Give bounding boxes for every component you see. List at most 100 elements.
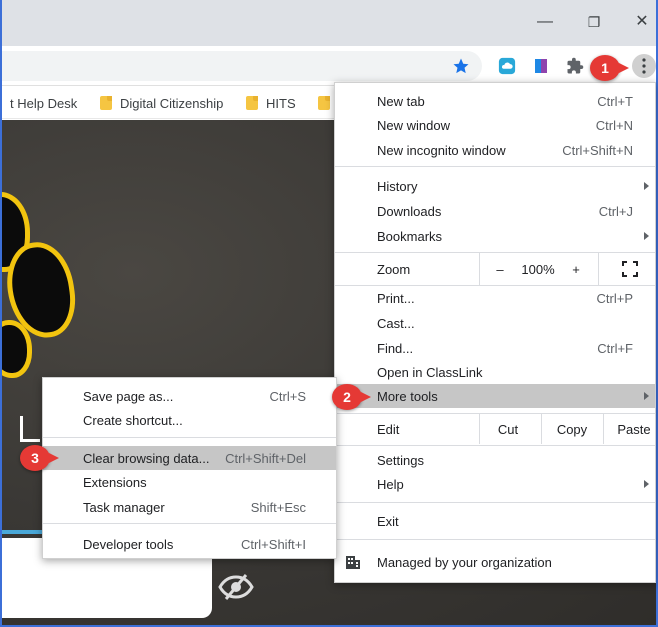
menu-edit-row: Edit Cut Copy Paste bbox=[335, 414, 655, 444]
menu-new-incognito[interactable]: New incognito window Ctrl+Shift+N bbox=[335, 138, 655, 162]
menu-item-label: Task manager bbox=[83, 499, 165, 515]
menu-item-label: History bbox=[377, 178, 418, 194]
menu-history[interactable]: History bbox=[335, 174, 655, 198]
menu-item-label: New window bbox=[377, 117, 450, 133]
zoom-label: Zoom bbox=[377, 261, 411, 277]
bookmark-digital-citizenship[interactable]: Digital Citizenship bbox=[100, 94, 223, 112]
building-icon bbox=[346, 556, 360, 569]
menu-managed-by-org[interactable]: Managed by your organization bbox=[335, 550, 655, 574]
menu-separator bbox=[335, 502, 655, 503]
extensions-puzzle-icon[interactable] bbox=[564, 55, 586, 77]
folder-icon bbox=[318, 96, 330, 110]
cut-button[interactable]: Cut bbox=[480, 414, 536, 444]
menu-downloads[interactable]: Downloads Ctrl+J bbox=[335, 199, 655, 223]
submenu-task-manager[interactable]: Task manager Shift+Esc bbox=[43, 495, 336, 519]
step-badge-1: 1 bbox=[590, 55, 629, 81]
submenu-clear-browsing-data[interactable]: Clear browsing data... Ctrl+Shift+Del bbox=[43, 446, 336, 470]
edit-label: Edit bbox=[377, 421, 400, 437]
menu-item-label: Developer tools bbox=[83, 536, 174, 552]
accent-line bbox=[2, 530, 42, 534]
menu-cast[interactable]: Cast... bbox=[335, 311, 655, 335]
menu-item-shortcut: Ctrl+P bbox=[596, 290, 633, 306]
fullscreen-icon bbox=[622, 261, 638, 277]
menu-item-label: Exit bbox=[377, 513, 399, 529]
menu-kebab-icon[interactable] bbox=[632, 54, 656, 78]
menu-new-tab[interactable]: New tab Ctrl+T bbox=[335, 89, 655, 113]
menu-print[interactable]: Print... Ctrl+P bbox=[335, 286, 655, 310]
hidden-eye-icon bbox=[218, 574, 254, 600]
menu-item-label: Cast... bbox=[377, 315, 415, 331]
submenu-arrow-icon bbox=[644, 182, 649, 190]
menu-item-label: Settings bbox=[377, 452, 424, 468]
step-badge-3: 3 bbox=[20, 445, 59, 471]
cloud-extension-icon[interactable] bbox=[496, 55, 518, 77]
step-badge-2: 2 bbox=[332, 384, 371, 410]
menu-item-label: Extensions bbox=[83, 474, 147, 490]
menu-item-label: Print... bbox=[377, 290, 415, 306]
menu-item-shortcut: Ctrl+N bbox=[595, 117, 633, 133]
copy-button[interactable]: Copy bbox=[542, 414, 602, 444]
menu-exit[interactable]: Exit bbox=[335, 509, 655, 533]
paste-button[interactable]: Paste bbox=[604, 414, 658, 444]
menu-item-shortcut: Ctrl+Shift+Del bbox=[225, 450, 306, 466]
menu-separator bbox=[43, 523, 336, 524]
title-bar: — ❐ ✕ bbox=[2, 0, 656, 46]
submenu-create-shortcut[interactable]: Create shortcut... bbox=[43, 408, 336, 432]
submenu-extensions[interactable]: Extensions bbox=[43, 470, 336, 494]
menu-item-shortcut: Shift+Esc bbox=[250, 499, 306, 515]
menu-open-classlink[interactable]: Open in ClassLink bbox=[335, 360, 655, 384]
submenu-save-page[interactable]: Save page as... Ctrl+S bbox=[43, 384, 336, 408]
bookmark-star-icon[interactable] bbox=[450, 55, 472, 77]
bookmark-label: Digital Citizenship bbox=[120, 95, 224, 111]
menu-item-label: Help bbox=[377, 476, 404, 492]
folder-icon bbox=[246, 96, 258, 110]
bookmark-help-desk[interactable]: t Help Desk bbox=[10, 94, 77, 112]
logo-letter bbox=[20, 416, 40, 442]
bookmark-folder[interactable] bbox=[318, 94, 330, 112]
menu-help[interactable]: Help bbox=[335, 472, 655, 496]
menu-separator bbox=[335, 539, 655, 540]
menu-item-label: New tab bbox=[377, 93, 425, 109]
bookmark-label: HITS bbox=[266, 95, 296, 111]
zoom-in-button[interactable]: + bbox=[563, 253, 589, 285]
more-tools-submenu: Save page as... Ctrl+S Create shortcut..… bbox=[42, 377, 337, 559]
menu-item-shortcut: Ctrl+F bbox=[597, 340, 633, 356]
menu-item-label: Create shortcut... bbox=[83, 412, 183, 428]
submenu-developer-tools[interactable]: Developer tools Ctrl+Shift+I bbox=[43, 532, 336, 556]
close-button[interactable]: ✕ bbox=[628, 10, 656, 34]
menu-item-label: Clear browsing data... bbox=[83, 450, 210, 466]
bookmark-hits[interactable]: HITS bbox=[246, 94, 296, 112]
submenu-arrow-icon bbox=[644, 232, 649, 240]
divider bbox=[598, 253, 599, 285]
minimize-button[interactable]: — bbox=[531, 10, 559, 34]
submenu-arrow-icon bbox=[644, 392, 649, 400]
menu-item-shortcut: Ctrl+T bbox=[597, 93, 633, 109]
menu-separator bbox=[335, 166, 655, 167]
submenu-arrow-icon bbox=[644, 480, 649, 488]
address-bar[interactable] bbox=[2, 51, 482, 81]
menu-bookmarks[interactable]: Bookmarks bbox=[335, 224, 655, 248]
menu-item-shortcut: Ctrl+S bbox=[269, 388, 306, 404]
menu-item-label: Bookmarks bbox=[377, 228, 443, 244]
menu-more-tools[interactable]: More tools bbox=[335, 384, 655, 408]
menu-item-label: Find... bbox=[377, 340, 414, 356]
reader-extension-icon[interactable] bbox=[530, 55, 552, 77]
folder-icon bbox=[100, 96, 112, 110]
menu-settings[interactable]: Settings bbox=[335, 448, 655, 472]
restore-button[interactable]: ❐ bbox=[580, 10, 608, 34]
fullscreen-button[interactable] bbox=[615, 253, 645, 285]
menu-item-shortcut: Ctrl+J bbox=[598, 203, 633, 219]
menu-separator bbox=[335, 445, 655, 446]
toolbar bbox=[2, 46, 656, 86]
menu-zoom-row: Zoom – 100% + bbox=[335, 253, 655, 285]
bookmark-label: t Help Desk bbox=[10, 95, 78, 111]
menu-find[interactable]: Find... Ctrl+F bbox=[335, 336, 655, 360]
zoom-out-button[interactable]: – bbox=[485, 253, 515, 285]
menu-item-shortcut: Ctrl+Shift+I bbox=[240, 536, 306, 552]
menu-item-shortcut: Ctrl+Shift+N bbox=[562, 142, 633, 158]
menu-new-window[interactable]: New window Ctrl+N bbox=[335, 113, 655, 137]
menu-separator bbox=[43, 437, 336, 438]
menu-item-label: New incognito window bbox=[377, 142, 506, 158]
zoom-level: 100% bbox=[521, 261, 555, 277]
menu-item-label: More tools bbox=[377, 388, 438, 404]
